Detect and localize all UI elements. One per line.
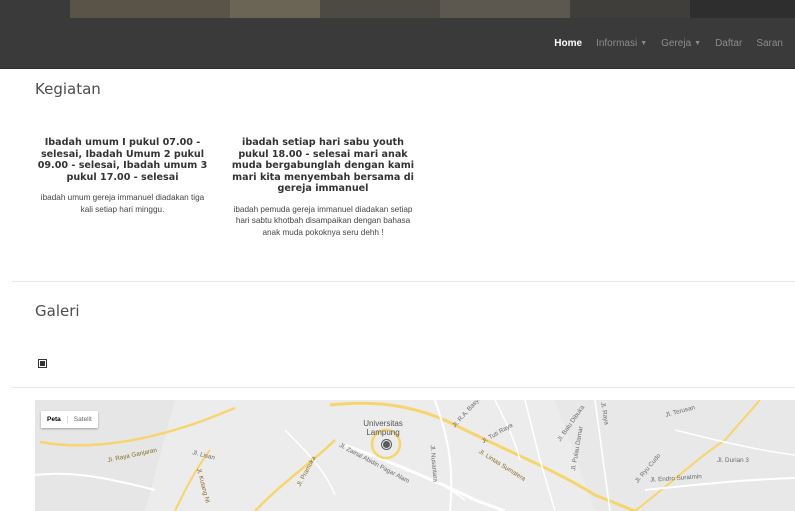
activity-description: ibadah umum gereja immanuel diadakan tig…	[40, 193, 205, 214]
nav-saran[interactable]: Saran	[756, 38, 783, 49]
map-road-label: Jl. Durian 3	[717, 457, 749, 464]
map-type-peta[interactable]: Peta	[41, 416, 67, 423]
activity-title: ibadah setiap hari sabu youth pukul 18.0…	[231, 137, 415, 195]
caret-down-icon: ▼	[640, 40, 648, 47]
activity-card: ibadah setiap hari sabu youth pukul 18.0…	[228, 137, 418, 238]
map-poi-label: Universitas Lampung	[363, 419, 403, 437]
map-marker-icon[interactable]	[382, 440, 391, 449]
nav-informasi[interactable]: Informasi ▼	[596, 38, 647, 49]
caret-down-icon: ▼	[694, 40, 702, 47]
nav-daftar[interactable]: Daftar	[715, 38, 742, 49]
navbar: Home Informasi ▼ Gereja ▼ Daftar Saran	[0, 18, 795, 69]
section-divider	[12, 387, 795, 388]
section-divider	[12, 281, 795, 282]
nav-gereja[interactable]: Gereja ▼	[661, 38, 701, 49]
map-type-satelit[interactable]: Satelit	[66, 416, 98, 423]
kegiatan-heading: Kegiatan	[35, 80, 101, 98]
activity-title: Ibadah umum I pukul 07.00 - selesai, Iba…	[37, 137, 208, 183]
nav-home[interactable]: Home	[554, 38, 582, 49]
header-banner-image	[0, 0, 795, 18]
map-embed[interactable]: Peta Satelit Universitas Lampung Jl. Ray…	[35, 400, 795, 511]
galeri-heading: Galeri	[35, 302, 80, 320]
broken-image-icon[interactable]	[38, 359, 47, 368]
activity-description: ibadah pemuda gereja immanuel diadakan s…	[233, 204, 413, 237]
activity-card: Ibadah umum I pukul 07.00 - selesai, Iba…	[35, 137, 210, 215]
nav-menu: Home Informasi ▼ Gereja ▼ Daftar Saran	[540, 18, 783, 69]
map-type-toggle: Peta Satelit	[41, 411, 98, 428]
